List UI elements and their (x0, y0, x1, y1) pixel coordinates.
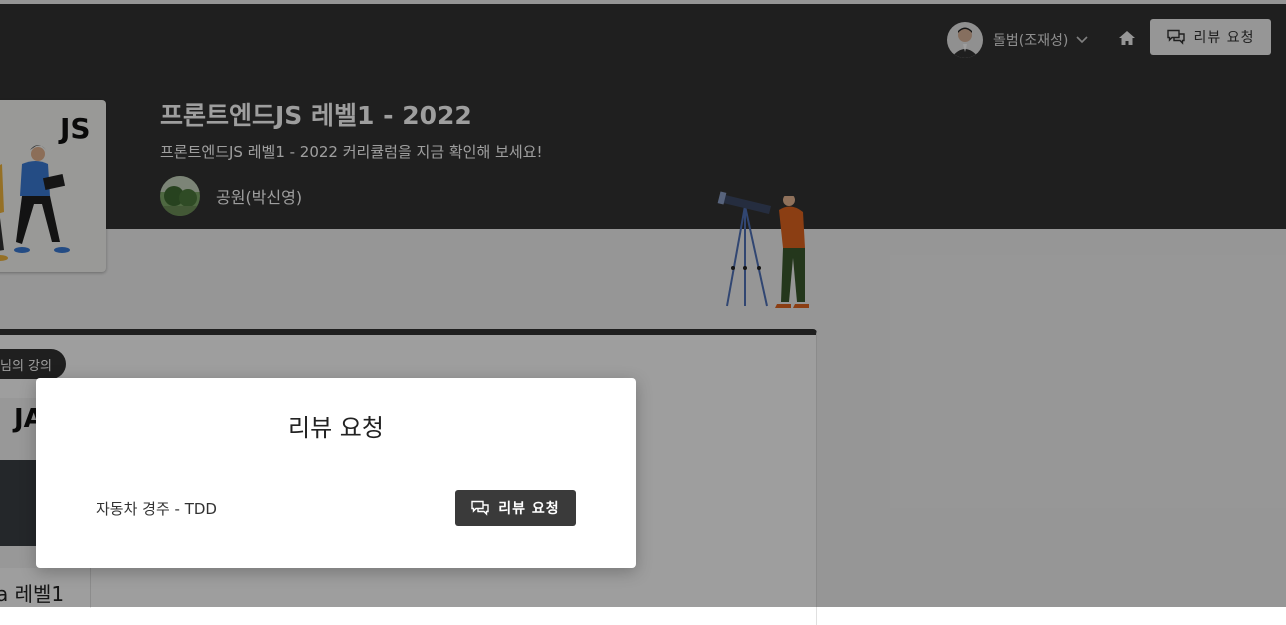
modal-review-request-button[interactable]: 리뷰 요청 (455, 490, 576, 526)
modal-review-request-label: 리뷰 요청 (498, 501, 560, 517)
mission-name: 자동차 경주 - TDD (96, 500, 217, 518)
review-request-modal: 리뷰 요청 자동차 경주 - TDD 리뷰 요청 (36, 378, 636, 568)
modal-title: 리뷰 요청 (288, 414, 384, 442)
chat-bubbles-icon (471, 500, 489, 516)
